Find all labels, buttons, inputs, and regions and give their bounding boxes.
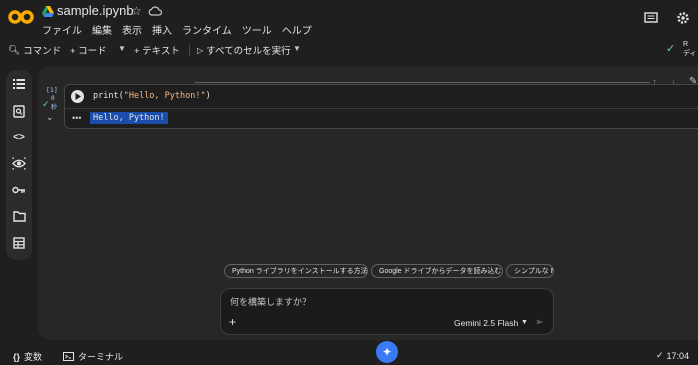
execution-count: [1]	[46, 86, 58, 94]
check-icon: ✓	[42, 99, 50, 109]
gear-icon[interactable]	[676, 11, 690, 25]
add-code-button[interactable]: + コード	[70, 43, 107, 57]
suggestion-chip[interactable]: シンプルな M	[506, 264, 554, 278]
menu-view[interactable]: 表示	[122, 22, 142, 37]
menu-edit[interactable]: 編集	[92, 22, 112, 37]
check-icon: ✓	[666, 43, 676, 55]
search-icon: 🔍︎	[8, 44, 21, 56]
toc-icon[interactable]	[11, 76, 27, 92]
menu-runtime[interactable]: ランタイム	[182, 22, 232, 37]
code-editor[interactable]: print("Hello, Python!")	[93, 91, 211, 101]
cell-toolbar-divider	[195, 82, 650, 83]
code-function: print(	[93, 91, 124, 101]
code-close: )	[205, 91, 211, 101]
code-string: "Hello, Python!"	[123, 91, 206, 101]
run-all-label: すべてのセルを実行	[206, 46, 291, 57]
gemini-button[interactable]: ✦	[376, 341, 398, 363]
terminal-icon	[63, 352, 74, 361]
variables-label: 変数	[24, 352, 43, 362]
find-icon[interactable]	[11, 103, 27, 119]
folder-icon[interactable]	[11, 208, 27, 224]
cell-output-divider	[65, 108, 698, 109]
chevron-down-icon[interactable]: ▼	[293, 44, 301, 53]
terminal-label: ターミナル	[78, 352, 124, 362]
menu-file[interactable]: ファイル	[42, 22, 82, 37]
execution-status[interactable]: ✓ 17:04	[656, 350, 689, 361]
command-label: コマンド	[23, 46, 62, 57]
suggestion-chip[interactable]: Python ライブラリをインストールする方法	[224, 264, 368, 278]
drive-icon	[42, 6, 54, 17]
command-palette-button[interactable]: 🔍︎ コマンド	[8, 43, 62, 58]
suggestion-chip[interactable]: Google ドライブからデータを読み込む	[371, 264, 503, 278]
runtime-status[interactable]: R ディ	[683, 40, 698, 58]
add-text-button[interactable]: + テキスト	[134, 43, 180, 57]
cloud-icon[interactable]	[148, 5, 162, 17]
key-icon[interactable]	[11, 182, 27, 198]
variables-button[interactable]: {} 変数	[13, 350, 42, 363]
toolbar-divider	[189, 44, 190, 56]
terminal-button[interactable]: ターミナル	[63, 350, 123, 363]
chevron-down-icon[interactable]: ⌄	[46, 112, 54, 123]
plus-icon[interactable]: +	[229, 315, 236, 329]
menu-tools[interactable]: ツール	[242, 22, 272, 37]
menu-insert[interactable]: 挿入	[152, 22, 172, 37]
braces-icon: {}	[13, 351, 21, 362]
menu-bar: ファイル 編集 表示 挿入 ランタイム ツール ヘルプ	[42, 22, 322, 37]
play-icon	[75, 93, 81, 100]
run-all-button[interactable]: ▷ すべてのセルを実行	[197, 43, 291, 58]
execution-time-unit: 秒	[51, 104, 58, 111]
notebook-title[interactable]: sample.ipynb	[57, 3, 134, 18]
comment-icon[interactable]	[644, 12, 658, 24]
secrets-eye-icon[interactable]	[11, 155, 27, 171]
prompt-input[interactable]: 何を構築しますか？	[230, 295, 311, 308]
chevron-down-icon[interactable]: ▼	[521, 319, 528, 326]
star-icon[interactable]: ☆	[131, 4, 142, 18]
play-icon: ▷	[197, 45, 204, 55]
sparkle-icon: ✦	[381, 345, 393, 359]
model-select[interactable]: Gemini 2.5 Flash	[454, 318, 518, 328]
chevron-down-icon[interactable]: ▼	[118, 44, 126, 53]
code-snippets-icon[interactable]: <>	[11, 129, 27, 145]
send-icon[interactable]: ➢	[535, 317, 543, 328]
more-options-icon[interactable]: •••	[72, 113, 81, 123]
execution-time-value: 0	[51, 95, 55, 102]
colab-logo[interactable]	[8, 9, 34, 25]
runtime-label-1: R	[683, 41, 689, 48]
cell-output: Hello, Python!	[90, 112, 168, 124]
table-icon[interactable]	[11, 235, 27, 251]
menu-help[interactable]: ヘルプ	[282, 22, 312, 37]
run-cell-button[interactable]	[71, 90, 84, 103]
check-icon: ✓	[656, 350, 664, 360]
execution-time: 17:04	[666, 350, 690, 361]
runtime-label-2: ディ	[683, 50, 697, 57]
